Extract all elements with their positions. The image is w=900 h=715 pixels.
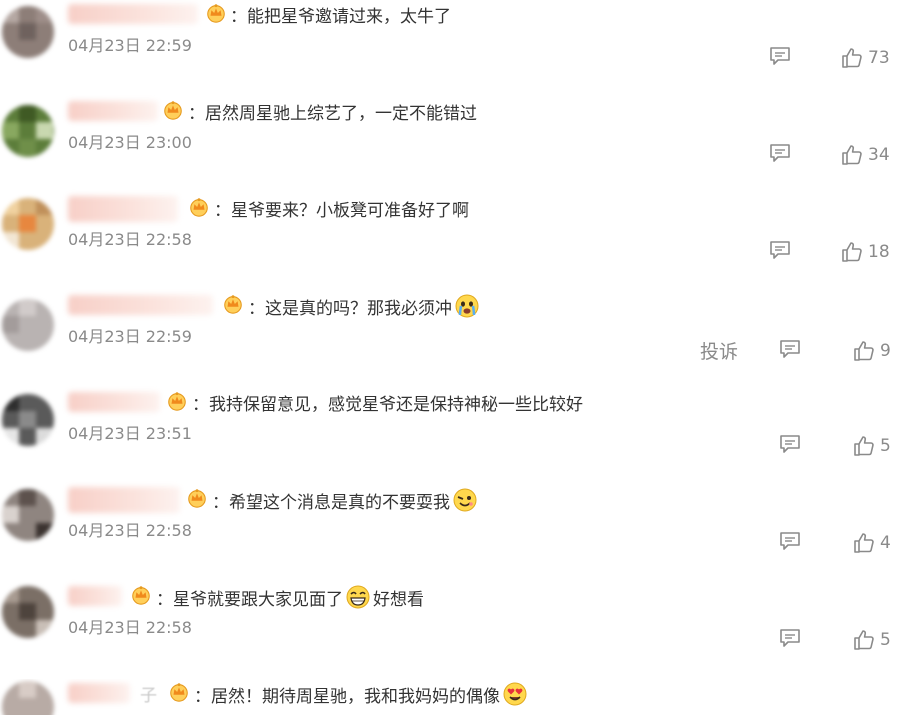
comment-text: 星爷就要跟大家见面了 — [173, 589, 343, 610]
username[interactable] — [68, 101, 158, 121]
avatar[interactable] — [2, 489, 54, 541]
thumbs-up-icon[interactable] — [852, 434, 876, 458]
avatar[interactable] — [2, 198, 54, 250]
comment-text-row: ： 居然周星驰上综艺了，一定不能错过 — [188, 99, 477, 124]
report-link[interactable]: 投诉 — [700, 337, 738, 364]
username[interactable] — [68, 586, 122, 606]
like-count: 4 — [880, 533, 891, 553]
separator: ： — [248, 298, 265, 319]
comment-text: 希望这个消息是真的不要耍我 — [229, 492, 450, 513]
timestamp: 04月23日 22:58 — [68, 618, 192, 637]
username[interactable] — [68, 295, 213, 315]
separator: ： — [230, 7, 247, 27]
like-count: 5 — [880, 436, 891, 456]
thumbs-up-icon[interactable] — [840, 240, 864, 264]
username[interactable] — [68, 196, 178, 222]
comment-icon[interactable] — [778, 337, 802, 361]
timestamp: 04月23日 22:58 — [68, 521, 192, 540]
winking-face-emoji-icon — [453, 488, 477, 512]
separator: ： — [212, 492, 229, 513]
separator: ： — [156, 589, 173, 610]
crown-badge-icon — [166, 390, 188, 412]
comment-item: ： 这是真的吗？那我必须冲 04月23日 22:59 投诉 9 — [0, 291, 900, 388]
comment-text-row: ： 希望这个消息是真的不要耍我 — [212, 487, 480, 513]
comment-icon[interactable] — [768, 238, 792, 262]
comment-item: 子 ： 居然！期待周星驰，我和我妈妈的偶像 — [0, 679, 900, 715]
like-count: 73 — [868, 48, 890, 68]
crown-badge-icon — [168, 681, 190, 703]
avatar[interactable] — [2, 105, 54, 157]
avatar[interactable] — [2, 394, 54, 446]
comment-icon[interactable] — [768, 44, 792, 68]
comment-text: 居然周星驰上综艺了，一定不能错过 — [205, 104, 477, 124]
avatar[interactable] — [2, 6, 54, 58]
separator: ： — [192, 395, 209, 415]
like-count: 5 — [880, 630, 891, 650]
comment-text-row: ： 星爷就要跟大家见面了 好想看 — [156, 584, 424, 610]
comment-text-suffix: 好想看 — [373, 589, 424, 610]
comment-item: ： 居然周星驰上综艺了，一定不能错过 04月23日 23:00 34 — [0, 97, 900, 194]
comment-text: 星爷要来？小板凳可准备好了啊 — [231, 201, 469, 221]
avatar[interactable] — [2, 299, 54, 351]
heart-eyes-emoji-icon — [503, 682, 527, 706]
comment-text: 我持保留意见，感觉星爷还是保持神秘一些比较好 — [209, 395, 583, 415]
username[interactable] — [68, 487, 180, 513]
crown-badge-icon — [186, 487, 208, 509]
separator: ： — [214, 201, 231, 221]
crown-badge-icon — [188, 196, 210, 218]
comment-icon[interactable] — [778, 529, 802, 553]
timestamp: 04月23日 22:58 — [68, 230, 192, 249]
grinning-face-emoji-icon — [346, 585, 370, 609]
comment-text: 居然！期待周星驰，我和我妈妈的偶像 — [211, 686, 500, 707]
username[interactable] — [68, 4, 198, 24]
comment-text-row: ： 居然！期待周星驰，我和我妈妈的偶像 — [194, 681, 530, 707]
like-count: 18 — [868, 242, 890, 262]
comment-text-row: ： 星爷要来？小板凳可准备好了啊 — [214, 196, 469, 221]
crown-badge-icon — [205, 2, 227, 24]
crown-badge-icon — [222, 293, 244, 315]
comment-icon[interactable] — [768, 141, 792, 165]
username[interactable] — [68, 683, 130, 703]
timestamp: 04月23日 22:59 — [68, 36, 192, 55]
comment-item: ： 星爷就要跟大家见面了 好想看 04月23日 22:58 5 — [0, 582, 900, 679]
crying-face-emoji-icon — [455, 294, 479, 318]
comment-icon[interactable] — [778, 432, 802, 456]
crown-badge-icon — [162, 99, 184, 121]
avatar[interactable] — [2, 681, 54, 715]
comment-item: ： 希望这个消息是真的不要耍我 04月23日 22:58 4 — [0, 485, 900, 582]
crown-badge-icon — [130, 584, 152, 606]
username-tail: 子 — [140, 686, 157, 706]
comment-item: ： 能把星爷邀请过来，太牛了 04月23日 22:59 73 — [0, 0, 900, 97]
timestamp: 04月23日 23:51 — [68, 424, 192, 443]
avatar[interactable] — [2, 586, 54, 638]
separator: ： — [194, 686, 211, 707]
thumbs-up-icon[interactable] — [852, 339, 876, 363]
thumbs-up-icon[interactable] — [852, 531, 876, 555]
like-count: 34 — [868, 145, 890, 165]
timestamp: 04月23日 23:00 — [68, 133, 192, 152]
thumbs-up-icon[interactable] — [840, 143, 864, 167]
comment-item: ： 星爷要来？小板凳可准备好了啊 04月23日 22:58 18 — [0, 194, 900, 291]
comment-text-row: ： 这是真的吗？那我必须冲 — [248, 293, 482, 319]
thumbs-up-icon[interactable] — [852, 628, 876, 652]
username[interactable] — [68, 392, 160, 412]
comment-item: ： 我持保留意见，感觉星爷还是保持神秘一些比较好 04月23日 23:51 5 — [0, 388, 900, 485]
comment-text: 这是真的吗？那我必须冲 — [265, 298, 452, 319]
like-count: 9 — [880, 341, 891, 361]
comment-text-row: ： 我持保留意见，感觉星爷还是保持神秘一些比较好 — [192, 390, 583, 415]
comment-icon[interactable] — [778, 626, 802, 650]
comment-text-row: ： 能把星爷邀请过来，太牛了 — [230, 2, 451, 27]
timestamp: 04月23日 22:59 — [68, 327, 192, 346]
comment-text: 能把星爷邀请过来，太牛了 — [247, 7, 451, 27]
separator: ： — [188, 104, 205, 124]
thumbs-up-icon[interactable] — [840, 46, 864, 70]
